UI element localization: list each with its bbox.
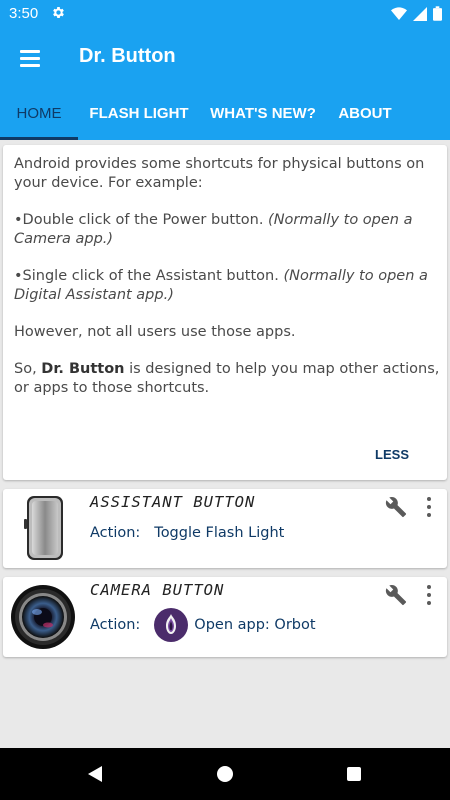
more-options-icon[interactable] xyxy=(423,497,435,517)
less-button[interactable]: LESS xyxy=(375,447,409,462)
tab-indicator xyxy=(0,137,78,140)
hamburger-icon[interactable] xyxy=(18,46,42,70)
wrench-icon[interactable] xyxy=(385,584,407,606)
action-label: Action: xyxy=(90,617,141,633)
intro-card: Android provides some shortcuts for phys… xyxy=(3,145,447,480)
camera-button-title: CAMERA BUTTON xyxy=(90,581,225,599)
intro-bullet-power: •Double click of the Power button. (Norm… xyxy=(14,211,442,249)
recents-square-icon[interactable] xyxy=(347,767,361,781)
action-value: Toggle Flash Light xyxy=(154,525,285,541)
wifi-icon xyxy=(391,6,407,20)
action-label: Action: xyxy=(90,525,141,541)
camera-action-row: Action: Open app: Orbot xyxy=(90,608,316,642)
bullet-text: •Double click of the Power button. xyxy=(14,212,269,228)
action-value: Open app: Orbot xyxy=(194,617,316,633)
intro-summary: So, Dr. Button is designed to help you m… xyxy=(14,360,442,398)
summary-text: So, xyxy=(14,361,42,377)
camera-lens-icon xyxy=(11,585,75,649)
tab-whats-new[interactable]: WHAT'S NEW? xyxy=(203,88,323,140)
app-bar: Dr. Button xyxy=(0,28,450,88)
intro-bullet-assistant: •Single click of the Assistant button. (… xyxy=(14,267,442,305)
phone-icon xyxy=(24,496,63,560)
tab-bar: HOME FLASH LIGHT WHAT'S NEW? ABOUT xyxy=(0,88,450,140)
tab-about[interactable]: ABOUT xyxy=(330,88,400,140)
intro-note: However, not all users use those apps. xyxy=(14,324,296,340)
wrench-icon[interactable] xyxy=(385,496,407,518)
battery-icon xyxy=(433,6,442,21)
intro-paragraph: Android provides some shortcuts for phys… xyxy=(14,156,425,191)
tab-home[interactable]: HOME xyxy=(0,88,78,140)
camera-button-card[interactable]: CAMERA BUTTON Action: Open app: Orbot xyxy=(3,577,447,657)
bullet-text: •Single click of the Assistant button. xyxy=(14,268,284,284)
intro-text: Android provides some shortcuts for phys… xyxy=(14,155,442,416)
navigation-bar xyxy=(0,748,450,800)
status-time: 3:50 xyxy=(9,5,39,22)
gear-icon xyxy=(53,7,64,18)
signal-icon xyxy=(413,6,427,21)
assistant-button-card[interactable]: ASSISTANT BUTTON Action: Toggle Flash Li… xyxy=(3,489,447,568)
home-circle-icon[interactable] xyxy=(217,766,233,782)
app-name: Dr. Button xyxy=(41,361,125,377)
tab-flash-light[interactable]: FLASH LIGHT xyxy=(80,88,198,140)
assistant-action-row: Action: Toggle Flash Light xyxy=(90,525,284,541)
orbot-app-icon xyxy=(154,608,189,642)
assistant-button-title: ASSISTANT BUTTON xyxy=(90,493,256,511)
back-triangle-icon[interactable] xyxy=(86,765,104,783)
status-bar: 3:50 xyxy=(0,0,450,28)
app-title: Dr. Button xyxy=(79,45,176,67)
more-options-icon[interactable] xyxy=(423,585,435,605)
